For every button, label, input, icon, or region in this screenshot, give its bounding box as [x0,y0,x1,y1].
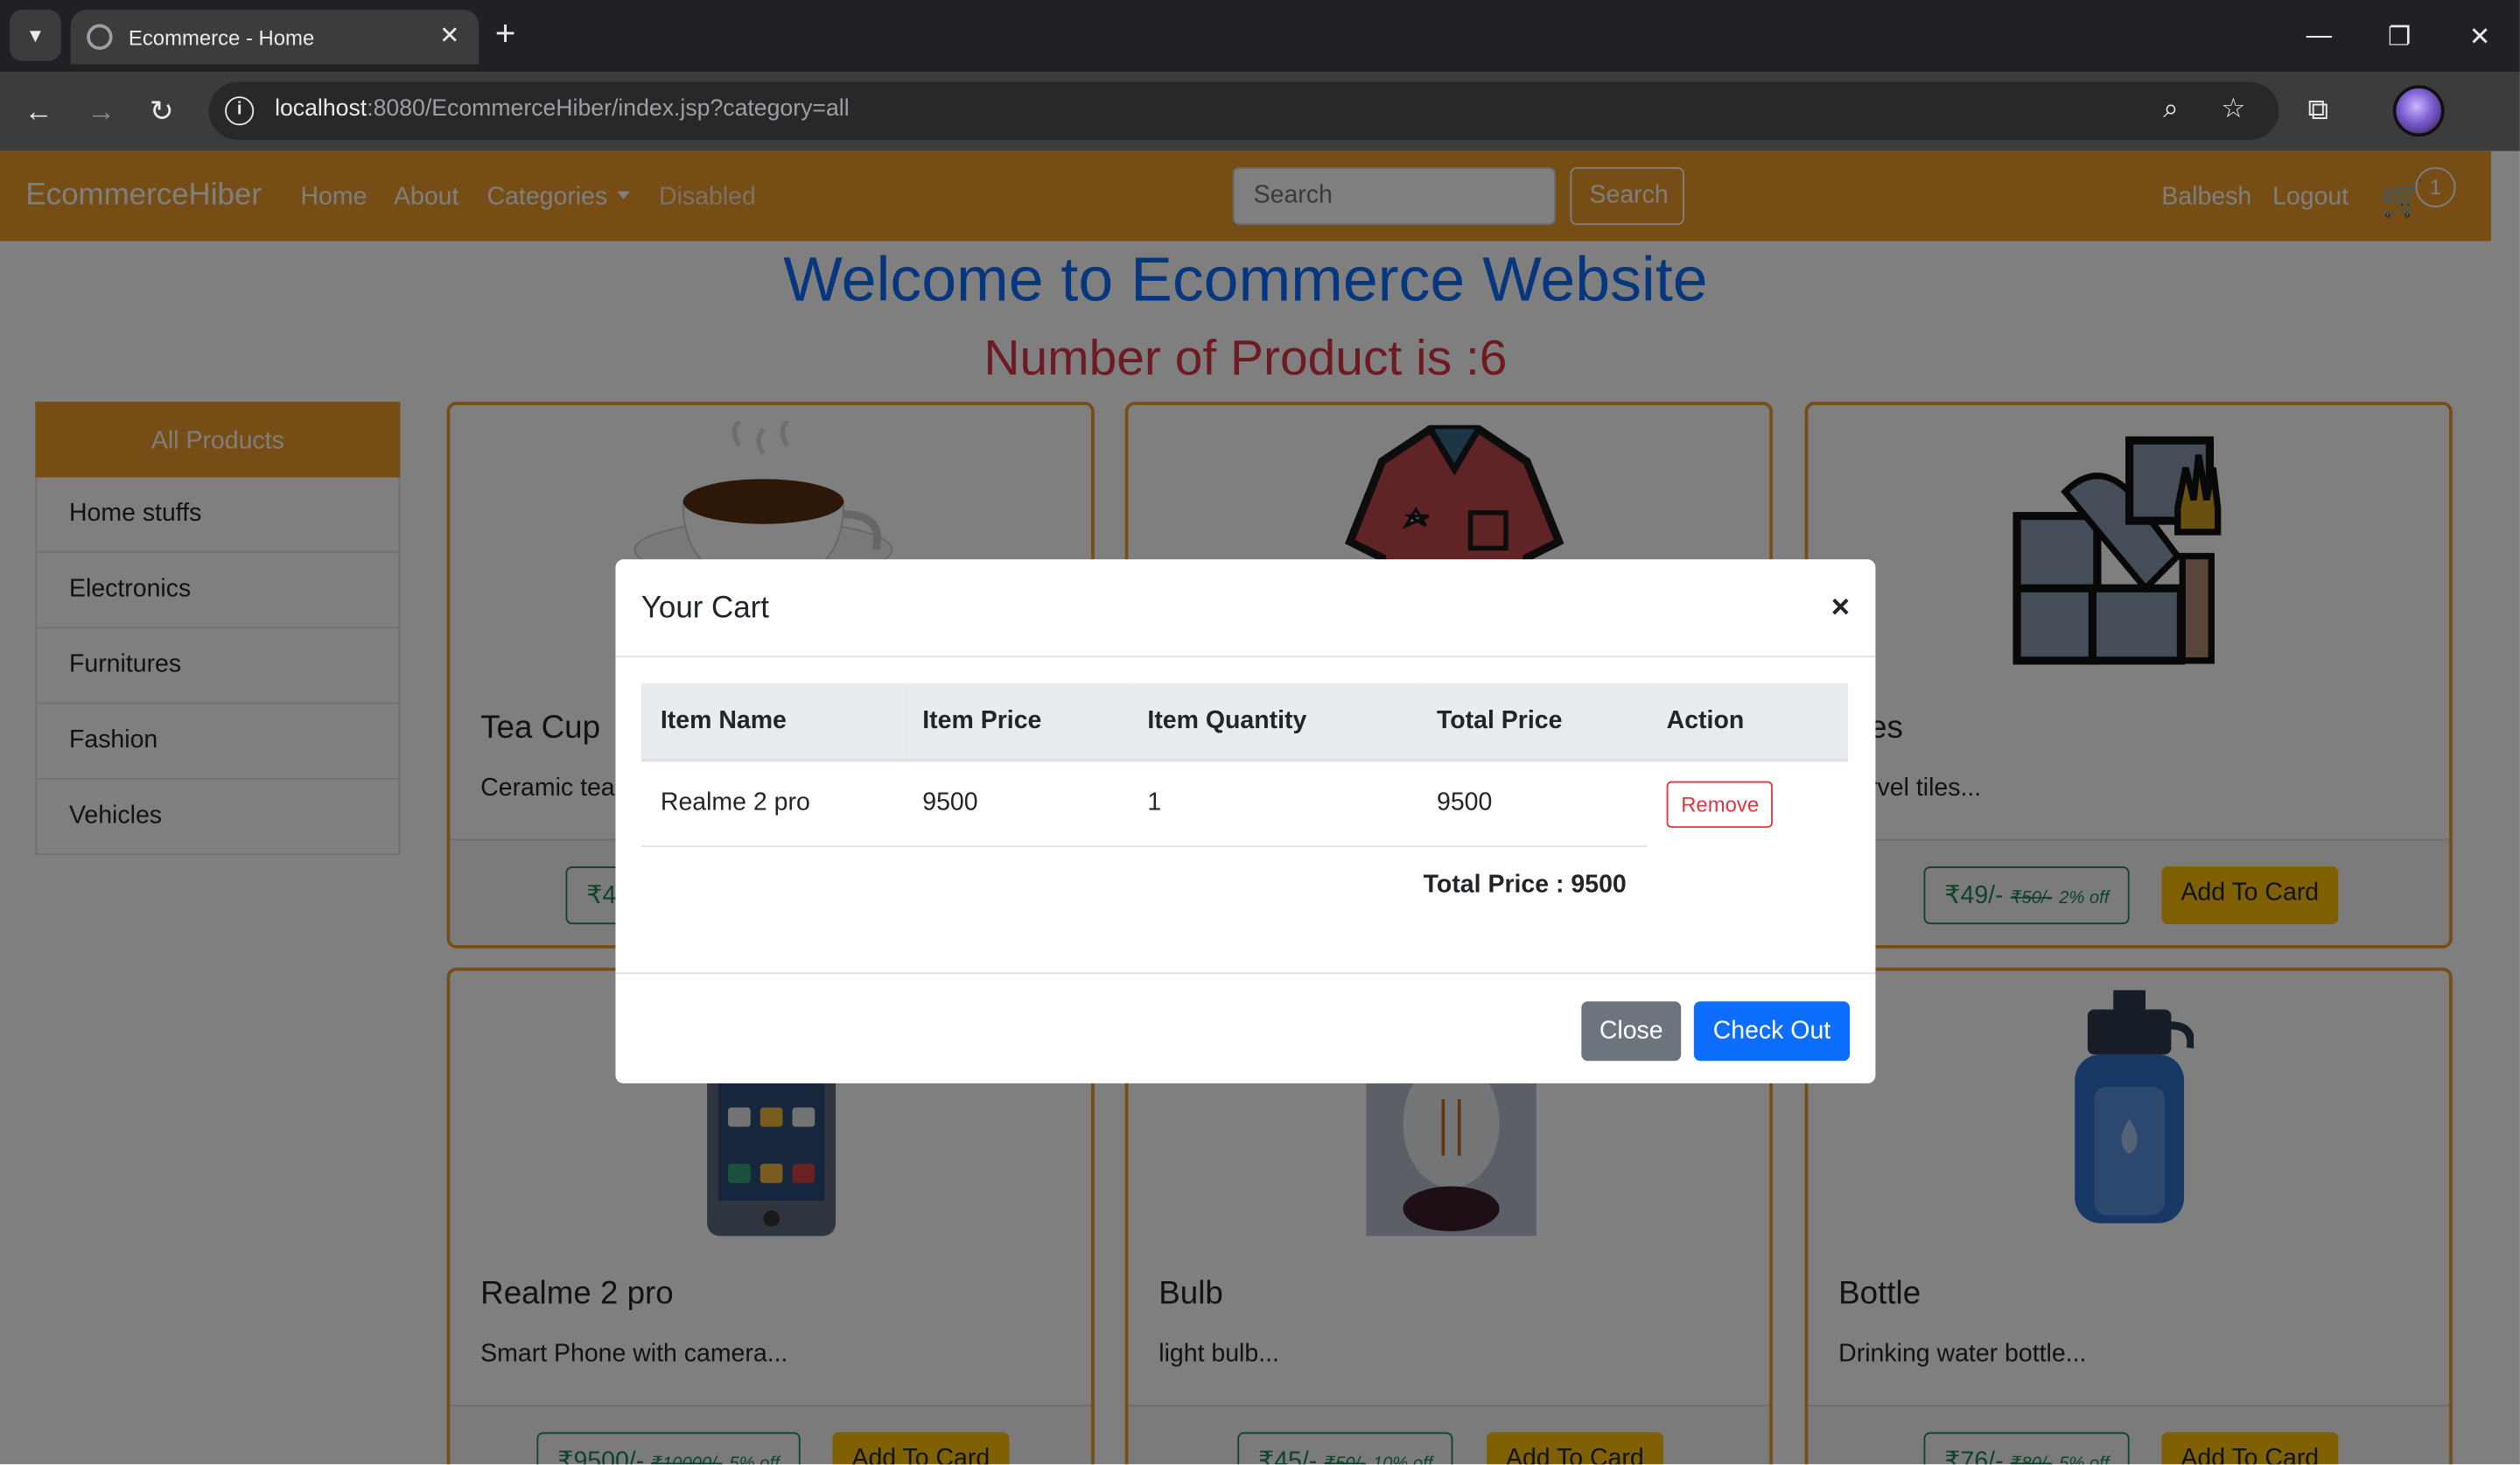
remove-button[interactable]: Remove [1666,780,1774,827]
url-host: localhost [275,96,368,123]
checkout-button[interactable]: Check Out [1693,1001,1851,1062]
item-price: 9500 [903,760,1129,847]
bookmark-star-icon[interactable]: ☆ [2221,94,2245,126]
zoom-icon[interactable]: ⌕ [2163,94,2179,126]
modal-header: Your Cart × [615,559,1876,658]
item-action-cell: Remove [1648,761,1849,845]
minimize-button[interactable]: — [2278,0,2359,73]
extensions-icon[interactable]: ⧉ [2308,92,2329,127]
new-tab-button[interactable]: + [495,14,516,53]
modal-footer: Close Check Out [615,972,1876,1083]
back-icon[interactable]: ← [24,94,53,129]
item-name: Realme 2 pro [640,760,904,847]
column-header: Item Name [640,683,904,762]
address-bar[interactable]: i localhost:8080/EcommerceHiber/index.js… [208,81,2279,140]
browser-toolbar: ← → ↻ i localhost:8080/EcommerceHiber/in… [0,72,2520,201]
tab-close-icon[interactable]: ✕ [439,21,459,50]
browser-tab[interactable]: Ecommerce - Home ✕ [70,10,480,65]
cart-modal: Your Cart × Item Name Item Price Item Qu… [615,559,1876,1083]
tab-title: Ecommerce - Home [128,25,315,50]
url-text: localhost:8080/EcommerceHiber/index.jsp?… [275,96,850,122]
url-path: :8080/EcommerceHiber/index.jsp?category=… [367,96,850,123]
tab-search-button[interactable]: ▼ [10,10,61,61]
cart-total: Total Price : 9500 [1423,871,1627,899]
close-icon[interactable]: × [1831,590,1850,627]
column-header: Action [1647,683,1849,762]
window-close-button[interactable]: ✕ [2440,0,2520,73]
globe-icon [87,24,113,50]
browser-tab-bar: ▼ Ecommerce - Home ✕ + — ❐ ✕ [0,0,2520,73]
profile-avatar[interactable] [2392,85,2445,137]
restore-button[interactable]: ❐ [2359,0,2440,73]
item-quantity: 1 [1128,760,1418,847]
item-total: 9500 [1417,760,1648,847]
table-header-row: Item Name Item Price Item Quantity Total… [640,683,1849,762]
table-row: Realme 2 pro 9500 1 9500 Remove [640,760,1849,847]
close-button[interactable]: Close [1581,1001,1682,1062]
column-header: Item Price [903,683,1129,762]
cart-table: Item Name Item Price Item Quantity Total… [640,683,1849,847]
column-header: Item Quantity [1128,683,1418,762]
reload-icon[interactable]: ↻ [150,94,174,129]
column-header: Total Price [1417,683,1648,762]
screen: ▼ Ecommerce - Home ✕ + — ❐ ✕ ← → ↻ i loc… [0,0,2520,1465]
modal-title: Your Cart [640,591,769,626]
forward-icon[interactable]: → [87,94,116,129]
site-info-icon[interactable]: i [225,96,255,126]
